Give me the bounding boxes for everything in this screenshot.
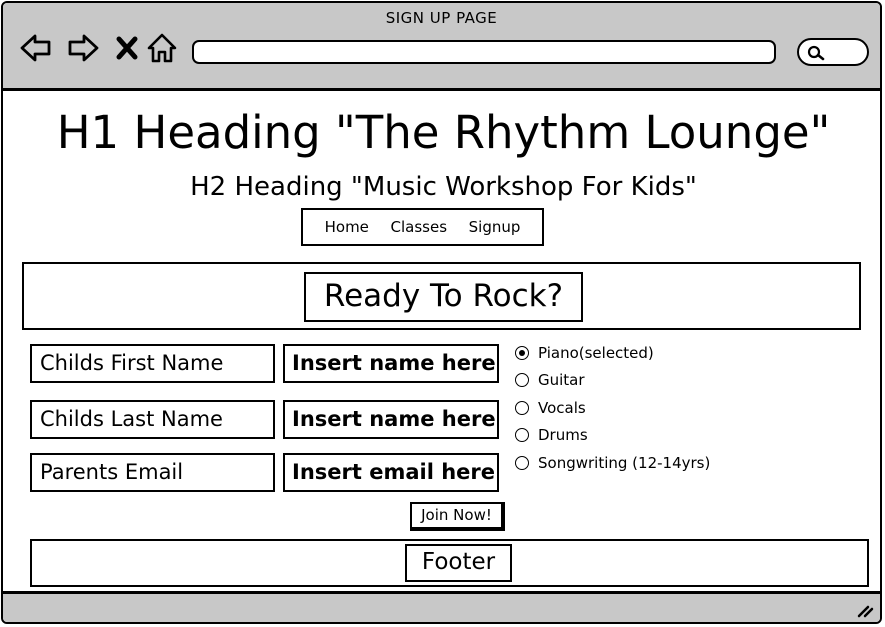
main-nav: Home Classes Signup bbox=[301, 208, 544, 246]
browser-titlebar: SIGN UP PAGE bbox=[3, 3, 880, 91]
page-heading-h1: H1 Heading "The Rhythm Lounge" bbox=[56, 106, 831, 159]
nav-link-classes[interactable]: Classes bbox=[391, 218, 448, 236]
search-field[interactable] bbox=[797, 38, 869, 66]
radio-option-guitar[interactable]: Guitar bbox=[515, 370, 585, 390]
nav-link-signup[interactable]: Signup bbox=[469, 218, 521, 236]
parents-email-label: Parents Email bbox=[30, 453, 275, 492]
footer-section: Footer bbox=[30, 539, 869, 587]
radio-option-vocals[interactable]: Vocals bbox=[515, 398, 586, 418]
browser-window: SIGN UP PAGE H1 Heading "The Rhythm Loun… bbox=[1, 1, 882, 624]
page-heading-h2: H2 Heading "Music Workshop For Kids" bbox=[190, 172, 697, 202]
last-name-label: Childs Last Name bbox=[30, 400, 275, 439]
close-icon[interactable] bbox=[111, 31, 145, 65]
radio-option-songwriting[interactable]: Songwriting (12-14yrs) bbox=[515, 453, 710, 473]
last-name-input[interactable]: Insert name here bbox=[283, 400, 499, 439]
radio-option-piano[interactable]: Piano(selected) bbox=[515, 343, 654, 363]
first-name-input[interactable]: Insert name here bbox=[283, 344, 499, 383]
radio-unselected-icon bbox=[515, 373, 529, 387]
hero-title: Ready To Rock? bbox=[304, 272, 583, 322]
radio-label: Piano(selected) bbox=[538, 344, 654, 362]
nav-link-home[interactable]: Home bbox=[325, 218, 369, 236]
join-now-button[interactable]: Join Now! bbox=[410, 502, 505, 531]
window-title: SIGN UP PAGE bbox=[385, 9, 498, 27]
search-icon bbox=[807, 45, 825, 61]
browser-statusbar bbox=[3, 591, 880, 622]
parents-email-input[interactable]: Insert email here bbox=[283, 453, 499, 492]
radio-unselected-icon bbox=[515, 401, 529, 415]
radio-option-drums[interactable]: Drums bbox=[515, 425, 588, 445]
hero-section: Ready To Rock? bbox=[22, 262, 861, 330]
home-icon[interactable] bbox=[145, 31, 179, 65]
radio-selected-icon bbox=[515, 346, 529, 360]
url-bar[interactable] bbox=[192, 40, 776, 64]
radio-unselected-icon bbox=[515, 428, 529, 442]
footer-title: Footer bbox=[405, 544, 512, 582]
radio-label: Songwriting (12-14yrs) bbox=[538, 454, 711, 472]
radio-label: Drums bbox=[538, 426, 588, 444]
first-name-label: Childs First Name bbox=[30, 344, 275, 383]
back-arrow-icon[interactable] bbox=[19, 31, 53, 65]
radio-label: Vocals bbox=[538, 399, 586, 417]
radio-label: Guitar bbox=[538, 371, 585, 389]
radio-unselected-icon bbox=[515, 456, 529, 470]
forward-arrow-icon[interactable] bbox=[66, 31, 100, 65]
resize-grip-icon[interactable] bbox=[856, 602, 874, 618]
